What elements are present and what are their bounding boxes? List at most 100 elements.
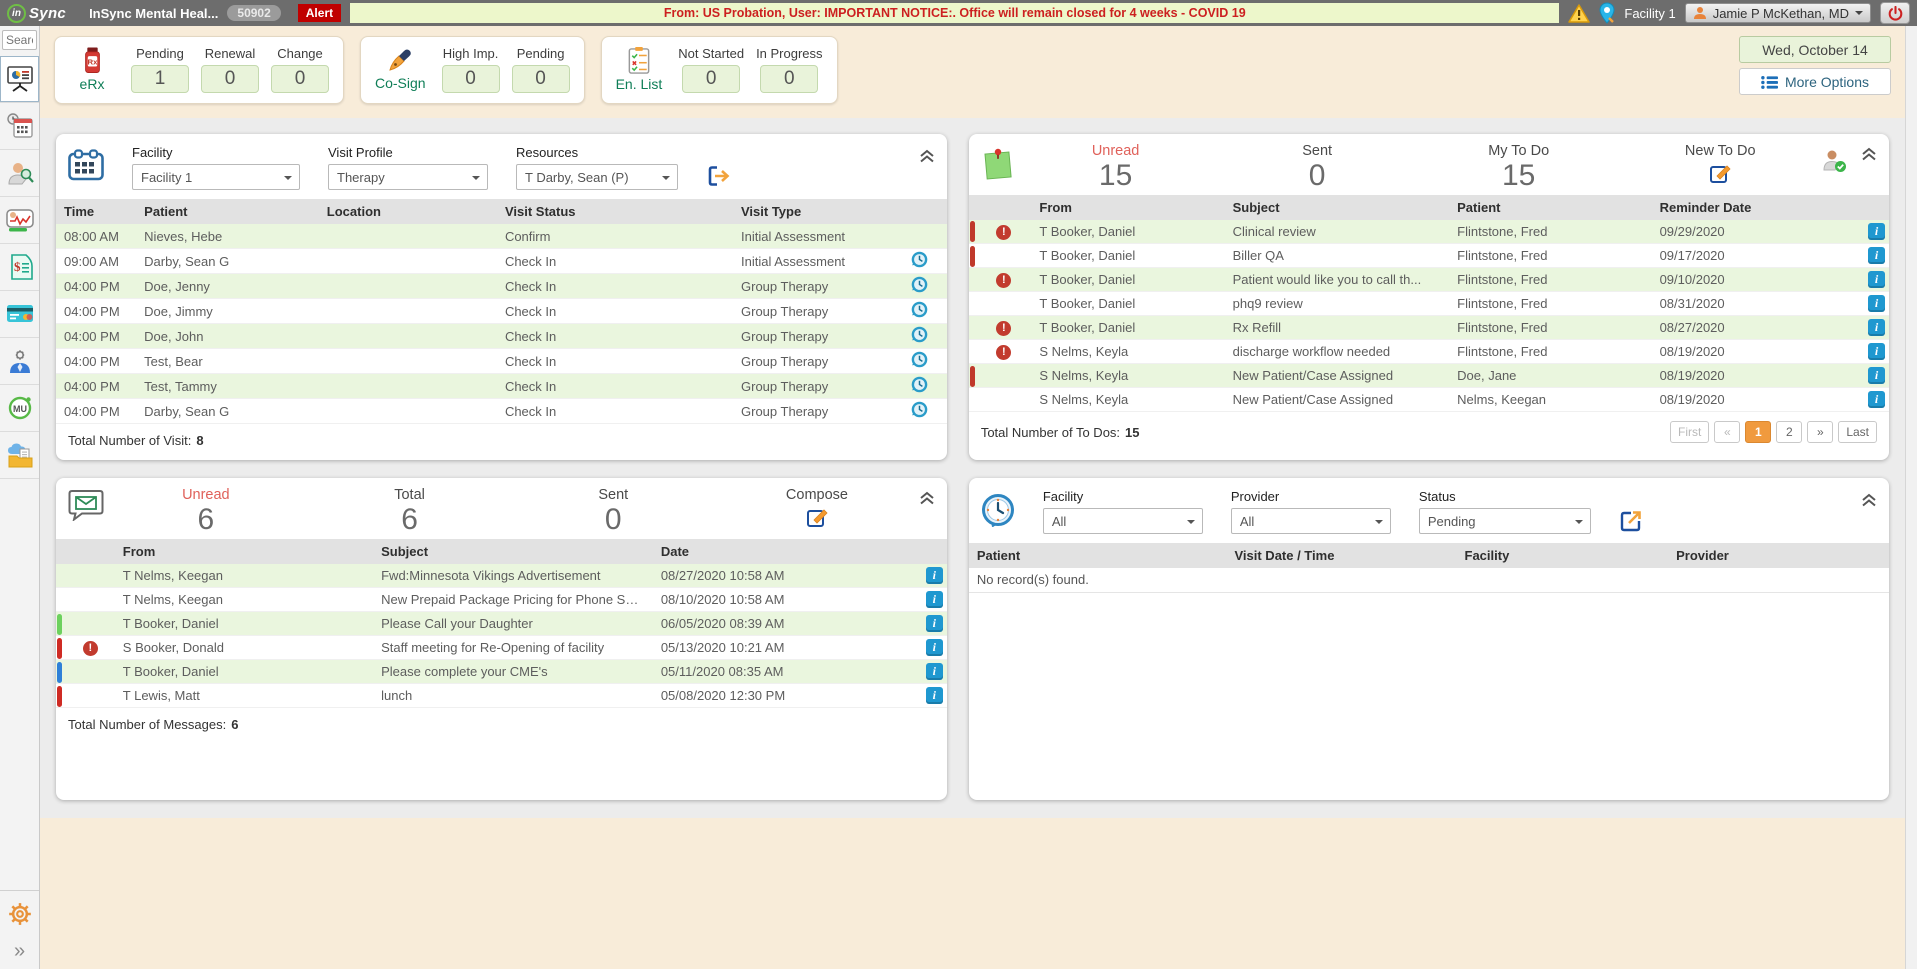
pagination-button[interactable]: 1 bbox=[1745, 421, 1771, 443]
message-row[interactable]: ! S Booker, Donald Staff meeting for Re-… bbox=[56, 636, 947, 660]
recurring-visit-icon[interactable] bbox=[911, 301, 928, 318]
sidebar-item-vitals[interactable] bbox=[0, 197, 39, 244]
messages-unread-stat[interactable]: Unread 6 bbox=[104, 487, 308, 537]
sidebar-item-practice-admin[interactable] bbox=[0, 338, 39, 385]
visit-row[interactable]: 04:00 PM Darby, Sean G Check In Group Th… bbox=[56, 399, 947, 424]
visit-row[interactable]: 08:00 AM Nieves, Hebe Confirm Initial As… bbox=[56, 224, 947, 249]
message-row[interactable]: ! T Nelms, Keegan Fwd:Minnesota Vikings … bbox=[56, 564, 947, 588]
todo-sent-stat[interactable]: Sent 0 bbox=[1216, 143, 1418, 193]
todo-row[interactable]: ! S Nelms, Keyla New Patient/Case Assign… bbox=[969, 364, 1889, 388]
pagination-button[interactable]: » bbox=[1807, 421, 1833, 443]
toolbar-stat[interactable]: Pending 0 bbox=[512, 46, 570, 93]
recurring-visit-icon[interactable] bbox=[911, 326, 928, 343]
enlist-icon-group[interactable]: En. List bbox=[616, 47, 663, 92]
info-icon[interactable]: i bbox=[926, 639, 943, 656]
current-date-button[interactable]: Wed, October 14 bbox=[1739, 36, 1891, 63]
info-icon[interactable]: i bbox=[926, 687, 943, 704]
info-icon[interactable]: i bbox=[926, 615, 943, 632]
message-row[interactable]: ! T Lewis, Matt lunch 05/08/2020 12:30 P… bbox=[56, 684, 947, 708]
info-icon[interactable]: i bbox=[926, 567, 943, 584]
visit-row[interactable]: 04:00 PM Doe, Jenny Check In Group Thera… bbox=[56, 274, 947, 299]
collapse-chevron-icon[interactable] bbox=[919, 491, 935, 510]
messages-sent-stat[interactable]: Sent 0 bbox=[511, 487, 715, 537]
facility-select[interactable]: Facility 1 bbox=[132, 164, 300, 190]
todo-row[interactable]: ! T Booker, Daniel Rx Refill Flintstone,… bbox=[969, 316, 1889, 340]
toolbar-stat[interactable]: In Progress 0 bbox=[756, 46, 822, 93]
pagination-button[interactable]: 2 bbox=[1776, 421, 1802, 443]
todo-row[interactable]: ! S Nelms, Keyla New Patient/Case Assign… bbox=[969, 388, 1889, 412]
info-icon[interactable]: i bbox=[1868, 391, 1885, 408]
message-row[interactable]: ! T Booker, Daniel Please Call your Daug… bbox=[56, 612, 947, 636]
scrollbar[interactable] bbox=[1905, 26, 1917, 969]
visit-row[interactable]: 09:00 AM Darby, Sean G Check In Initial … bbox=[56, 249, 947, 274]
compose-icon[interactable] bbox=[1709, 163, 1731, 185]
collapse-chevron-icon[interactable] bbox=[1861, 493, 1877, 507]
visit-row[interactable]: 04:00 PM Doe, John Check In Group Therap… bbox=[56, 324, 947, 349]
todo-row[interactable]: ! T Booker, Daniel Clinical review Flint… bbox=[969, 220, 1889, 244]
messages-total-stat[interactable]: Total 6 bbox=[308, 487, 512, 537]
info-icon[interactable]: i bbox=[1868, 271, 1885, 288]
search-input[interactable] bbox=[2, 30, 37, 50]
info-icon[interactable]: i bbox=[1868, 295, 1885, 312]
toolbar-stat[interactable]: Renewal 0 bbox=[201, 46, 259, 93]
new-todo-button[interactable]: New To Do bbox=[1619, 143, 1821, 190]
sidebar-item-billing[interactable]: $ bbox=[0, 244, 39, 291]
toolbar-stat[interactable]: Not Started 0 bbox=[678, 46, 744, 93]
sidebar-item-payments[interactable] bbox=[0, 291, 39, 338]
external-link-icon[interactable] bbox=[1619, 509, 1643, 533]
pending-provider-select[interactable]: All bbox=[1231, 508, 1391, 534]
visit-profile-select[interactable]: Therapy bbox=[328, 164, 488, 190]
compose-message-button[interactable]: Compose bbox=[715, 487, 919, 534]
info-icon[interactable]: i bbox=[1868, 343, 1885, 360]
expand-icon[interactable]: » bbox=[14, 941, 25, 961]
assigned-todo-icon[interactable] bbox=[1821, 149, 1847, 173]
cosign-icon-group[interactable]: Co-Sign bbox=[375, 47, 426, 91]
sidebar-item-meaningful-use[interactable]: MU bbox=[0, 385, 39, 432]
todo-mytodo-stat[interactable]: My To Do 15 bbox=[1418, 143, 1620, 193]
resources-select[interactable]: T Darby, Sean (P) bbox=[516, 164, 678, 190]
collapse-chevron-icon[interactable] bbox=[919, 149, 935, 163]
visit-row[interactable]: 04:00 PM Doe, Jimmy Check In Group Thera… bbox=[56, 299, 947, 324]
recurring-visit-icon[interactable] bbox=[911, 351, 928, 368]
todo-row[interactable]: ! T Booker, Daniel Biller QA Flintstone,… bbox=[969, 244, 1889, 268]
user-menu[interactable]: Jamie P McKethan, MD bbox=[1685, 3, 1871, 23]
todo-row[interactable]: ! T Booker, Daniel Patient would like yo… bbox=[969, 268, 1889, 292]
info-icon[interactable]: i bbox=[1868, 247, 1885, 264]
message-row[interactable]: ! T Nelms, Keegan New Prepaid Package Pr… bbox=[56, 588, 947, 612]
pending-status-select[interactable]: Pending bbox=[1419, 508, 1591, 534]
sidebar-item-dashboard[interactable] bbox=[0, 56, 39, 103]
pagination-button[interactable]: First bbox=[1670, 421, 1709, 443]
sidebar-item-scheduler[interactable] bbox=[0, 103, 39, 150]
info-icon[interactable]: i bbox=[1868, 319, 1885, 336]
message-row[interactable]: ! T Booker, Daniel Please complete your … bbox=[56, 660, 947, 684]
logout-power-button[interactable] bbox=[1880, 2, 1910, 24]
todo-row[interactable]: ! T Booker, Daniel phq9 review Flintston… bbox=[969, 292, 1889, 316]
collapse-chevron-icon[interactable] bbox=[1861, 147, 1877, 166]
erx-icon-group[interactable]: Rx eRx bbox=[69, 47, 115, 92]
info-icon[interactable]: i bbox=[1868, 223, 1885, 240]
visit-row[interactable]: 04:00 PM Test, Tammy Check In Group Ther… bbox=[56, 374, 947, 399]
warning-icon[interactable] bbox=[1568, 4, 1590, 23]
sidebar-item-documents[interactable] bbox=[0, 432, 39, 479]
recurring-visit-icon[interactable] bbox=[911, 276, 928, 293]
recurring-visit-icon[interactable] bbox=[911, 251, 928, 268]
pagination-button[interactable]: « bbox=[1714, 421, 1740, 443]
compose-icon[interactable] bbox=[806, 507, 828, 529]
settings-gear-icon[interactable] bbox=[7, 901, 33, 927]
todo-row[interactable]: ! S Nelms, Keyla discharge workflow need… bbox=[969, 340, 1889, 364]
recurring-visit-icon[interactable] bbox=[911, 401, 928, 418]
toolbar-stat[interactable]: High Imp. 0 bbox=[442, 46, 500, 93]
sidebar-item-patient-search[interactable] bbox=[0, 150, 39, 197]
checkout-export-icon[interactable] bbox=[706, 165, 732, 187]
visit-row[interactable]: 04:00 PM Test, Bear Check In Group Thera… bbox=[56, 349, 947, 374]
pagination-button[interactable]: Last bbox=[1838, 421, 1877, 443]
location-pin-icon[interactable] bbox=[1599, 2, 1615, 24]
info-icon[interactable]: i bbox=[1868, 367, 1885, 384]
toolbar-stat[interactable]: Change 0 bbox=[271, 46, 329, 93]
info-icon[interactable]: i bbox=[926, 591, 943, 608]
pending-facility-select[interactable]: All bbox=[1043, 508, 1203, 534]
recurring-visit-icon[interactable] bbox=[911, 376, 928, 393]
info-icon[interactable]: i bbox=[926, 663, 943, 680]
toolbar-stat[interactable]: Pending 1 bbox=[131, 46, 189, 93]
more-options-button[interactable]: More Options bbox=[1739, 68, 1891, 95]
